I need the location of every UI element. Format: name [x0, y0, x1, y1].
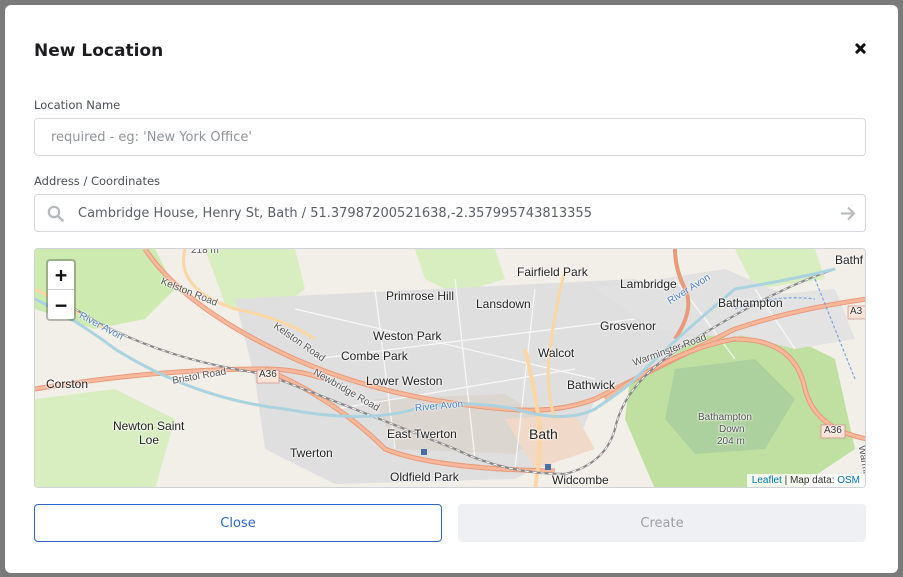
road-shield: A3: [850, 306, 863, 317]
map-label: Walcot: [538, 346, 575, 360]
map-label: Oldfield Park: [390, 470, 459, 484]
map-label: Widcombe: [552, 473, 609, 487]
map-label: Bath: [529, 426, 558, 442]
map-attribution: Leaflet | Map data: OSM: [746, 474, 865, 487]
search-icon: [47, 205, 64, 222]
map-label: Bathampton: [698, 412, 752, 423]
new-location-modal: New Location Location Name Address / Coo…: [5, 5, 898, 573]
map-label: 204 m: [717, 436, 745, 447]
map-label: Combe Park: [341, 349, 408, 363]
map-label: East Twerton: [387, 427, 457, 441]
map-label: Bathampton: [718, 296, 783, 310]
modal-title: New Location: [34, 41, 164, 61]
map-label: Weston Park: [373, 329, 442, 343]
map-label: Grosvenor: [600, 319, 657, 333]
zoom-out-button[interactable]: −: [48, 290, 74, 319]
create-button[interactable]: Create: [458, 504, 866, 542]
address-input[interactable]: [35, 195, 865, 231]
road-shield: A36: [259, 369, 277, 380]
map-label: Lansdown: [476, 297, 531, 311]
close-icon[interactable]: [850, 38, 870, 58]
address-field[interactable]: [34, 194, 866, 232]
arrow-right-icon[interactable]: [839, 205, 857, 222]
map-label: Newton Saint: [113, 419, 185, 433]
map-label: Bathf: [835, 253, 864, 267]
address-label: Address / Coordinates: [34, 174, 161, 188]
location-name-label: Location Name: [34, 98, 121, 112]
zoom-control: + −: [46, 259, 76, 321]
map-label: Lambridge: [620, 277, 677, 291]
map-label: Bathwick: [567, 378, 616, 392]
map-label: Loe: [139, 433, 160, 447]
map-label: Primrose Hill: [386, 289, 455, 303]
map-label: Lower Weston: [366, 374, 443, 388]
map-label: Fairfield Park: [517, 265, 588, 279]
location-name-input[interactable]: [35, 119, 865, 155]
close-button[interactable]: Close: [34, 504, 442, 542]
zoom-in-button[interactable]: +: [48, 261, 74, 290]
leaflet-link[interactable]: Leaflet: [752, 475, 782, 486]
map-label: Corston: [46, 377, 89, 391]
map-label: Twerton: [290, 446, 333, 460]
road-shield: A36: [824, 425, 842, 436]
osm-link[interactable]: OSM: [837, 475, 860, 486]
map-view[interactable]: 218 m Fairfield Park Lambridge Bathampto…: [34, 248, 866, 488]
attribution-text: | Map data:: [784, 475, 835, 486]
location-name-field[interactable]: [34, 118, 866, 156]
map-label: Down: [719, 424, 745, 435]
map-label: 218 m: [191, 248, 219, 256]
